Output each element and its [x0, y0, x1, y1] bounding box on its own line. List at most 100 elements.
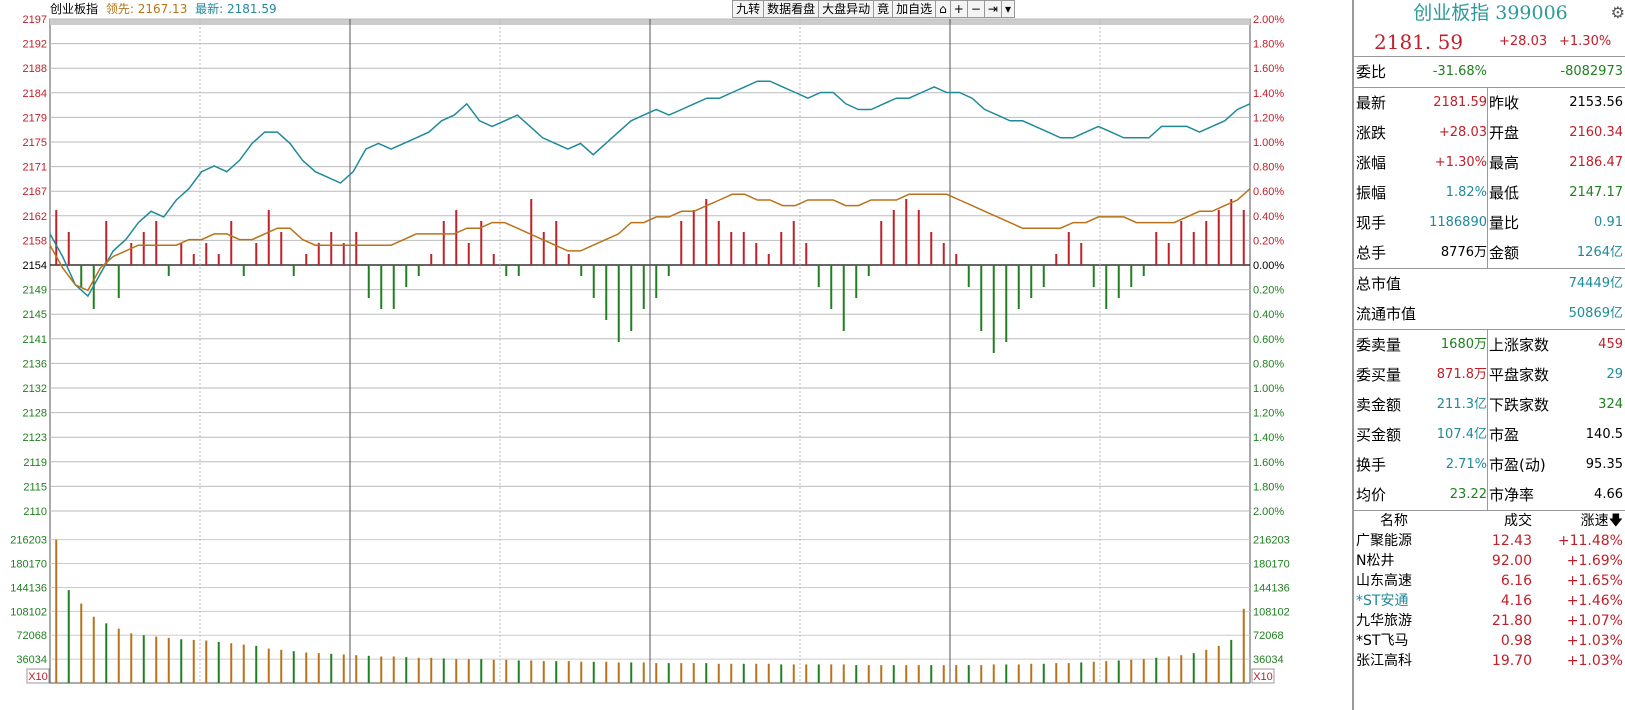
- market-row: 总市值 74449亿: [1354, 269, 1625, 299]
- list-item[interactable]: N松井 92.00 +1.69%: [1354, 551, 1625, 571]
- price-tick-label: 2158: [23, 235, 47, 247]
- stats-label: 涨跌: [1356, 124, 1387, 142]
- market-label: 总市值: [1356, 275, 1402, 293]
- list-header: 名称 成交 涨速🡇: [1354, 511, 1625, 531]
- sort-down-icon[interactable]: 🡇: [1609, 513, 1623, 529]
- volume-tick-label-right: 72068: [1253, 630, 1284, 642]
- orders-value2: 4.66: [1594, 487, 1623, 502]
- orders-value: 871.8万: [1436, 367, 1487, 382]
- volume-tick-label-right: 144136: [1253, 582, 1290, 594]
- zoom-in-icon[interactable]: +: [949, 0, 967, 18]
- list-item[interactable]: *ST飞马 0.98 +1.03%: [1354, 631, 1625, 651]
- column-divider: [1487, 88, 1488, 268]
- pct-tick-label: 1.80%: [1253, 481, 1284, 493]
- stats-label: 总手: [1356, 244, 1387, 262]
- orders-row: 均价 23.22 市净率 4.66: [1354, 480, 1625, 510]
- intraday-chart[interactable]: 2197 2.00% 2192 1.80% 2188 1.60% 2184 1.40% 2179…: [0, 0, 1350, 710]
- pct-tick-label: 0.40%: [1253, 309, 1284, 321]
- weibi-pct: -31.68%: [1432, 64, 1487, 79]
- intraday-chart-area[interactable]: 2197 2.00% 2192 1.80% 2188 1.60% 2184 1.40% 2179…: [0, 0, 1350, 710]
- pct-tick-label: 1.20%: [1253, 112, 1284, 124]
- pct-tick-label: 1.20%: [1253, 408, 1284, 420]
- orders-value: 1680万: [1440, 337, 1487, 352]
- orders-block: 委卖量 1680万 上涨家数 459 委买量 871.8万 平盘家数 29 卖金额 211.3亿下…: [1354, 330, 1625, 511]
- price-tick-label: 2123: [23, 432, 47, 444]
- stats-label: 最新: [1356, 94, 1387, 112]
- lock-icon[interactable]: ⌂: [935, 0, 950, 18]
- dropdown-icon[interactable]: ▾: [1000, 0, 1015, 18]
- stock-name: 九华旅游: [1356, 613, 1412, 629]
- stats-row: 现手 1186890 量比 0.91: [1354, 208, 1625, 238]
- pct-tick-label: 1.00%: [1253, 137, 1284, 149]
- stock-speed: +1.03%: [1566, 633, 1623, 649]
- current-price: 2181. 59: [1374, 30, 1464, 54]
- price-tick-label: 2179: [23, 112, 47, 124]
- price-tick-label: 2110: [23, 506, 47, 518]
- orders-label2: 上涨家数: [1489, 336, 1550, 354]
- list-header-speed[interactable]: 涨速🡇: [1581, 511, 1623, 531]
- weibi-row: 委比 -31.68% -8082973: [1354, 57, 1625, 88]
- stats-value: 8776万: [1440, 245, 1487, 260]
- stats-row: 振幅 1.82% 最低 2147.17: [1354, 178, 1625, 208]
- price-tick-label: 2188: [23, 63, 47, 75]
- stock-name: *ST飞马: [1356, 633, 1409, 649]
- orders-row: 买金额 107.4亿 市盈 140.5: [1354, 420, 1625, 450]
- pct-tick-label: 0.80%: [1253, 162, 1284, 174]
- data-view-button[interactable]: 数据看盘: [763, 0, 819, 18]
- list-item[interactable]: 山东高速 6.16 +1.65%: [1354, 571, 1625, 591]
- zoom-out-icon[interactable]: −: [966, 0, 984, 18]
- price-tick-label: 2136: [23, 358, 47, 370]
- pct-tick-label: 0.60%: [1253, 186, 1284, 198]
- pct-tick-label: 1.60%: [1253, 457, 1284, 469]
- quote-panel: 创业板指 399006 ⚙ 2181. 59 +28.03 +1.30% 委比 …: [1352, 0, 1625, 710]
- price-tick-label: 2141: [23, 334, 47, 346]
- pct-tick-label: 2.00%: [1253, 506, 1284, 518]
- stock-name: 广聚能源: [1356, 533, 1412, 549]
- stats-label: 振幅: [1356, 184, 1387, 202]
- list-item[interactable]: *ST安通 4.16 +1.46%: [1354, 591, 1625, 611]
- jump-end-icon[interactable]: ⇥: [983, 0, 1001, 18]
- volume-tick-label-right: 216203: [1253, 535, 1290, 547]
- index-name: 创业板指: [50, 2, 99, 16]
- market-alert-button[interactable]: 大盘异动: [818, 0, 874, 18]
- price-tick-label: 2192: [23, 39, 47, 51]
- list-header-name: 名称: [1380, 513, 1408, 529]
- column-divider: [1487, 330, 1488, 510]
- list-header-price: 成交: [1504, 513, 1532, 529]
- volume-tick-label: 72068: [16, 630, 47, 642]
- price-tick-label: 2167: [23, 186, 47, 198]
- stats-label2: 昨收: [1489, 94, 1520, 112]
- pct-tick-label: 1.00%: [1253, 383, 1284, 395]
- orders-label2: 市盈: [1489, 426, 1520, 444]
- stats-label: 涨幅: [1356, 154, 1387, 172]
- movers-list: 广聚能源 12.43 +11.48% N松井 92.00 +1.69% 山东高速 6.16 +1…: [1354, 531, 1625, 671]
- price-tick-label: 2132: [23, 383, 47, 395]
- volume-tick-label-right: 36034: [1253, 654, 1284, 666]
- panel-title-text: 创业板指 399006: [1413, 2, 1568, 24]
- auction-button[interactable]: 竟: [873, 0, 893, 18]
- stats-value: +1.30%: [1434, 155, 1487, 170]
- price-tick-label: 2115: [23, 481, 47, 493]
- volume-tick-label-right: 180170: [1253, 559, 1290, 571]
- stats-row: 涨跌 +28.03 开盘 2160.34: [1354, 118, 1625, 148]
- list-item[interactable]: 九华旅游 21.80 +1.07%: [1354, 611, 1625, 631]
- orders-value2: 324: [1598, 397, 1623, 412]
- list-item[interactable]: 张江高科 19.70 +1.03%: [1354, 651, 1625, 671]
- add-watchlist-button[interactable]: 加自选: [892, 0, 936, 18]
- list-item[interactable]: 广聚能源 12.43 +11.48%: [1354, 531, 1625, 551]
- stats-block: 最新 2181.59 昨收 2153.56 涨跌 +28.03 开盘 2160.34 涨幅 +1.…: [1354, 88, 1625, 269]
- price-tick-label: 2162: [23, 211, 47, 223]
- orders-value2: 29: [1606, 367, 1623, 382]
- volume-tick-label: 144136: [10, 582, 47, 594]
- stats-value: 1.82%: [1445, 185, 1487, 200]
- volume-tick-label: 108102: [10, 606, 47, 618]
- pct-tick-label: 0.20%: [1253, 235, 1284, 247]
- stock-speed: +1.65%: [1566, 573, 1623, 589]
- gear-icon[interactable]: ⚙: [1611, 0, 1625, 26]
- orders-row: 卖金额 211.3亿 下跌家数 324: [1354, 390, 1625, 420]
- nine-turn-button[interactable]: 九转: [732, 0, 764, 18]
- stats-label2: 最高: [1489, 154, 1520, 172]
- market-value: 74449亿: [1568, 276, 1623, 291]
- stock-name: 山东高速: [1356, 573, 1412, 589]
- stats-value2: 2186.47: [1569, 155, 1623, 170]
